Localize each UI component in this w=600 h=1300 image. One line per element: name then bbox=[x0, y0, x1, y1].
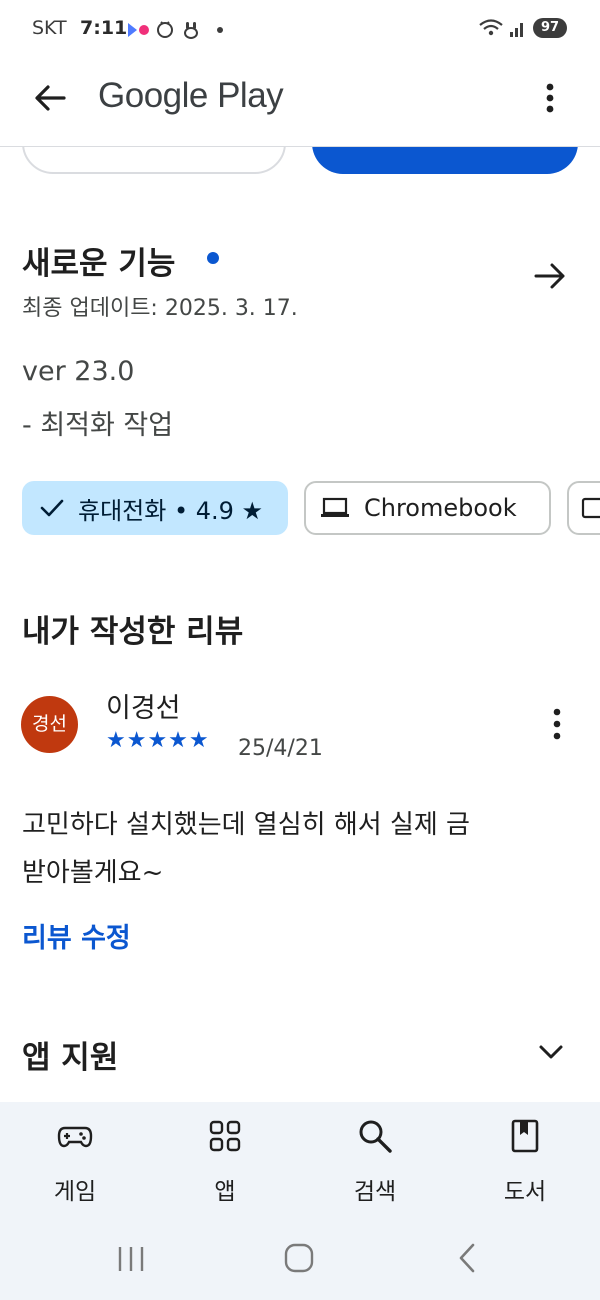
nav-item-games[interactable]: 게임 bbox=[15, 1102, 135, 1220]
nav-item-books[interactable]: 도서 bbox=[465, 1102, 585, 1220]
gamepad-icon bbox=[57, 1118, 93, 1154]
tablet-icon bbox=[581, 495, 600, 521]
book-icon bbox=[507, 1118, 543, 1154]
review-star-rating: ★★★★★ bbox=[106, 728, 210, 753]
device-chip-phone-label: 휴대전화 • 4.9 ★ bbox=[78, 496, 264, 525]
back-arrow-icon[interactable] bbox=[30, 78, 70, 118]
system-back-icon[interactable] bbox=[456, 1243, 480, 1277]
home-icon[interactable] bbox=[284, 1243, 314, 1277]
release-note-text: - 최적화 작업 bbox=[22, 410, 174, 441]
avatar: 경선 bbox=[21, 696, 78, 753]
edit-review-link[interactable]: 리뷰 수정 bbox=[22, 916, 131, 955]
more-vert-icon[interactable] bbox=[535, 78, 565, 118]
carrier-label: SKT bbox=[32, 17, 67, 39]
wifi-signal-icon bbox=[478, 17, 528, 43]
chevron-down-icon[interactable] bbox=[537, 1040, 565, 1068]
app-bar-title: Google Play bbox=[98, 76, 284, 115]
notification-icons bbox=[128, 20, 228, 44]
whats-new-arrow-icon[interactable] bbox=[533, 260, 567, 296]
check-icon bbox=[38, 496, 68, 520]
version-text: ver 23.0 bbox=[22, 356, 135, 387]
last-updated-text: 최종 업데이트: 2025. 3. 17. bbox=[22, 296, 298, 321]
device-chip-chromebook-label: Chromebook bbox=[364, 494, 517, 522]
device-chip-phone[interactable]: 휴대전화 • 4.9 ★ bbox=[22, 481, 288, 535]
status-bar: SKT 7:11 97 bbox=[0, 0, 600, 58]
review-date: 25/4/21 bbox=[238, 736, 323, 761]
nav-label-search: 검색 bbox=[353, 1179, 397, 1205]
my-review-title: 내가 작성한 리뷰 bbox=[22, 614, 244, 650]
app-support-title[interactable]: 앱 지원 bbox=[22, 1032, 118, 1077]
apps-grid-icon bbox=[207, 1118, 243, 1154]
device-chip-chromebook[interactable]: Chromebook bbox=[304, 481, 551, 535]
nav-item-search[interactable]: 검색 bbox=[315, 1102, 435, 1220]
new-indicator-dot bbox=[207, 252, 219, 264]
bottom-navigation: 게임 앱 검색 도서 bbox=[0, 1102, 600, 1220]
review-author: 이경선 bbox=[106, 693, 181, 724]
app-bar: Google Play bbox=[0, 58, 600, 147]
whats-new-title: 새로운 기능 bbox=[22, 246, 176, 282]
system-navigation-bar bbox=[0, 1220, 600, 1300]
review-text-line2: 받아볼게요~ bbox=[22, 858, 164, 888]
device-chip-tablet[interactable] bbox=[567, 481, 600, 535]
nav-label-games: 게임 bbox=[53, 1179, 97, 1205]
nav-item-apps[interactable]: 앱 bbox=[165, 1102, 285, 1220]
nav-label-books: 도서 bbox=[503, 1179, 547, 1205]
review-more-icon[interactable] bbox=[545, 706, 569, 746]
laptop-icon bbox=[320, 495, 350, 521]
review-text-line1: 고민하다 설치했는데 열심히 해서 실제 금 bbox=[22, 810, 470, 840]
recent-apps-icon[interactable] bbox=[116, 1244, 146, 1278]
battery-indicator: 97 bbox=[533, 18, 567, 38]
clock: 7:11 bbox=[80, 17, 128, 39]
nav-label-apps: 앱 bbox=[214, 1179, 236, 1205]
search-icon bbox=[357, 1118, 393, 1154]
